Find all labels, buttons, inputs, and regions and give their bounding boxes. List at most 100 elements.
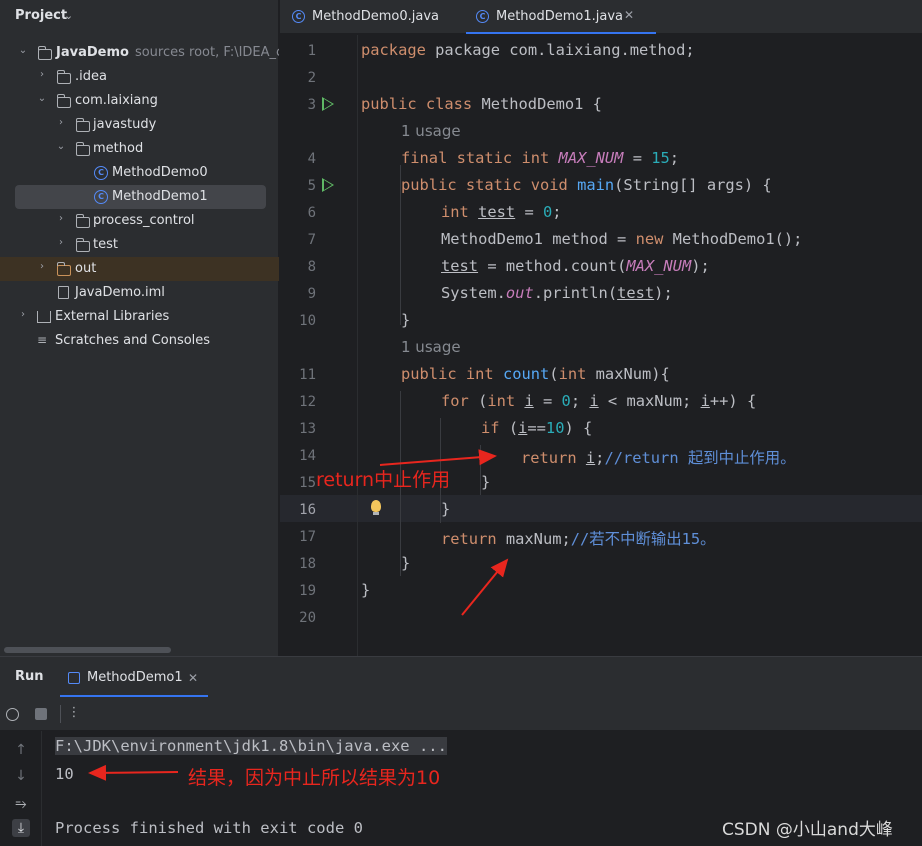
tree-item-idea[interactable]: › .idea xyxy=(0,65,279,89)
tree-item-test[interactable]: › test xyxy=(0,233,279,257)
tree-item-label: JavaDemo xyxy=(56,45,129,60)
code-line-10: } xyxy=(401,311,411,329)
arrow-down-icon[interactable]: ↓ xyxy=(12,767,30,785)
tree-item-javademo[interactable]: ⌄ JavaDemo sources root, F:\IDEA_co xyxy=(0,41,279,65)
number-literal: 15 xyxy=(651,149,670,167)
tree-item-label: External Libraries xyxy=(55,309,170,324)
tree-item-label: .idea xyxy=(75,69,107,84)
chevron-down-icon[interactable]: ⌄ xyxy=(55,141,67,152)
tree-item-process-control[interactable]: › process_control xyxy=(0,209,279,233)
tab-methoddemo1[interactable]: C MethodDemo1.java ✕ xyxy=(466,0,656,34)
console-command-line: F:\JDK\environment\jdk1.8\bin\java.exe .… xyxy=(55,737,447,755)
keyword: int xyxy=(558,365,587,383)
tree-item-methoddemo0[interactable]: C MethodDemo0 xyxy=(0,161,279,185)
variable: i xyxy=(700,392,710,410)
java-class-icon: C xyxy=(94,166,108,180)
project-header[interactable]: Project ⌄ xyxy=(0,0,279,34)
code-line-3: public class MethodDemo1 { xyxy=(361,95,602,113)
run-panel-title[interactable]: Run xyxy=(15,669,44,684)
code-text: ( xyxy=(499,419,519,437)
run-tab-methoddemo1[interactable]: MethodDemo1 ✕ xyxy=(60,663,208,697)
code-text: = method.count( xyxy=(478,257,627,275)
run-tab-label: MethodDemo1 xyxy=(87,670,183,685)
code-text: System. xyxy=(441,284,506,302)
tree-item-javastudy[interactable]: › javastudy xyxy=(0,113,279,137)
close-icon[interactable]: ✕ xyxy=(624,8,634,22)
tree-item-javademo-iml[interactable]: JavaDemo.iml xyxy=(0,281,279,305)
java-class-icon: C xyxy=(94,190,108,204)
annotation-return-note: return中止作用 xyxy=(316,469,451,491)
field-name: MAX_NUM xyxy=(626,257,692,275)
usage-hint[interactable]: 1 usage xyxy=(401,122,461,140)
project-title[interactable]: Project xyxy=(15,8,67,23)
code-line-16: } xyxy=(441,500,451,518)
code-line-17: return maxNum;//若不中断输出15。 xyxy=(441,527,716,549)
tree-item-label: MethodDemo1 xyxy=(112,189,208,204)
chevron-right-icon[interactable]: › xyxy=(55,117,67,128)
arrow-up-icon[interactable]: ↑ xyxy=(12,741,30,759)
method-name: main xyxy=(577,176,615,194)
tree-item-com-laixiang[interactable]: ⌄ com.laixiang xyxy=(0,89,279,113)
tree-item-label: javastudy xyxy=(93,117,157,132)
class-name: MethodDemo1 { xyxy=(472,95,602,113)
rerun-icon[interactable] xyxy=(6,708,19,721)
tree-item-methoddemo1[interactable]: C MethodDemo1 xyxy=(15,185,266,209)
chevron-right-icon[interactable]: › xyxy=(36,261,48,272)
line-number: 17 xyxy=(299,529,316,545)
code-text: ++) { xyxy=(709,392,757,410)
close-icon[interactable]: ✕ xyxy=(188,671,198,685)
run-main-icon[interactable] xyxy=(322,178,334,192)
console-output-value: 10 xyxy=(55,765,74,783)
tree-item-external-libraries[interactable]: › External Libraries xyxy=(0,305,279,329)
keyword: new xyxy=(635,230,664,248)
java-class-icon: C xyxy=(292,10,305,23)
keyword: for xyxy=(441,392,469,410)
semicolon: ; xyxy=(669,149,680,167)
package-icon xyxy=(76,118,90,132)
code-editor[interactable]: 1 2 3 4 5 6 7 8 9 10 11 12 13 14 15 16 1… xyxy=(280,35,922,656)
method-name: count xyxy=(502,365,550,383)
chevron-down-icon[interactable]: ⌄ xyxy=(36,93,48,104)
lightbulb-icon[interactable] xyxy=(371,500,381,515)
chevron-down-icon[interactable]: ⌄ xyxy=(64,9,73,22)
chevron-right-icon[interactable]: › xyxy=(36,69,48,80)
chevron-right-icon[interactable]: › xyxy=(17,309,29,320)
run-class-icon[interactable] xyxy=(322,97,334,111)
more-options-icon[interactable]: ⋮ xyxy=(66,705,82,721)
tree-item-label: Scratches and Consoles xyxy=(55,333,211,348)
tree-item-label: method xyxy=(93,141,144,156)
scroll-to-end-icon[interactable]: ⤓ xyxy=(12,819,30,837)
tab-methoddemo0[interactable]: C MethodDemo0.java xyxy=(290,0,460,34)
code-text: MethodDemo1(); xyxy=(663,230,803,248)
usage-hint[interactable]: 1 usage xyxy=(401,338,461,356)
semicolon: ; xyxy=(552,203,562,221)
line-number: 16 xyxy=(299,502,316,518)
line-number: 8 xyxy=(307,259,316,275)
code-line-4: final static int MAX_NUM = 15; xyxy=(401,149,679,167)
number-literal: 10 xyxy=(545,419,565,437)
tree-item-label: process_control xyxy=(93,213,195,228)
watermark: CSDN @小山and大峰 xyxy=(722,820,893,840)
annotation-result-note: 结果，因为中止所以结果为10 xyxy=(188,767,441,789)
package-icon xyxy=(76,214,90,228)
line-number: 15 xyxy=(299,475,316,491)
chevron-down-icon[interactable]: ⌄ xyxy=(17,45,29,56)
tree-item-out[interactable]: › out xyxy=(0,257,279,281)
variable: i xyxy=(518,419,528,437)
tree-item-label: com.laixiang xyxy=(75,93,158,108)
code-text: < maxNum; xyxy=(598,392,701,410)
tree-item-scratches[interactable]: ≡ Scratches and Consoles xyxy=(0,329,279,353)
soft-wrap-icon[interactable]: ⥱ xyxy=(12,795,30,813)
horizontal-scrollbar[interactable] xyxy=(4,647,171,653)
stop-icon[interactable] xyxy=(35,708,47,720)
chevron-right-icon[interactable]: › xyxy=(55,237,67,248)
library-icon xyxy=(37,311,51,323)
code-line-7: MethodDemo1 method = new MethodDemo1(); xyxy=(441,230,802,248)
code-comment: //若不中断输出15。 xyxy=(570,530,716,548)
chevron-right-icon[interactable]: › xyxy=(55,213,67,224)
package-icon xyxy=(76,238,90,252)
toolbar-divider xyxy=(60,705,61,723)
folder-icon xyxy=(57,70,71,84)
tree-item-method[interactable]: ⌄ method xyxy=(0,137,279,161)
code-line-14: return i;//return 起到中止作用。 xyxy=(521,446,796,468)
